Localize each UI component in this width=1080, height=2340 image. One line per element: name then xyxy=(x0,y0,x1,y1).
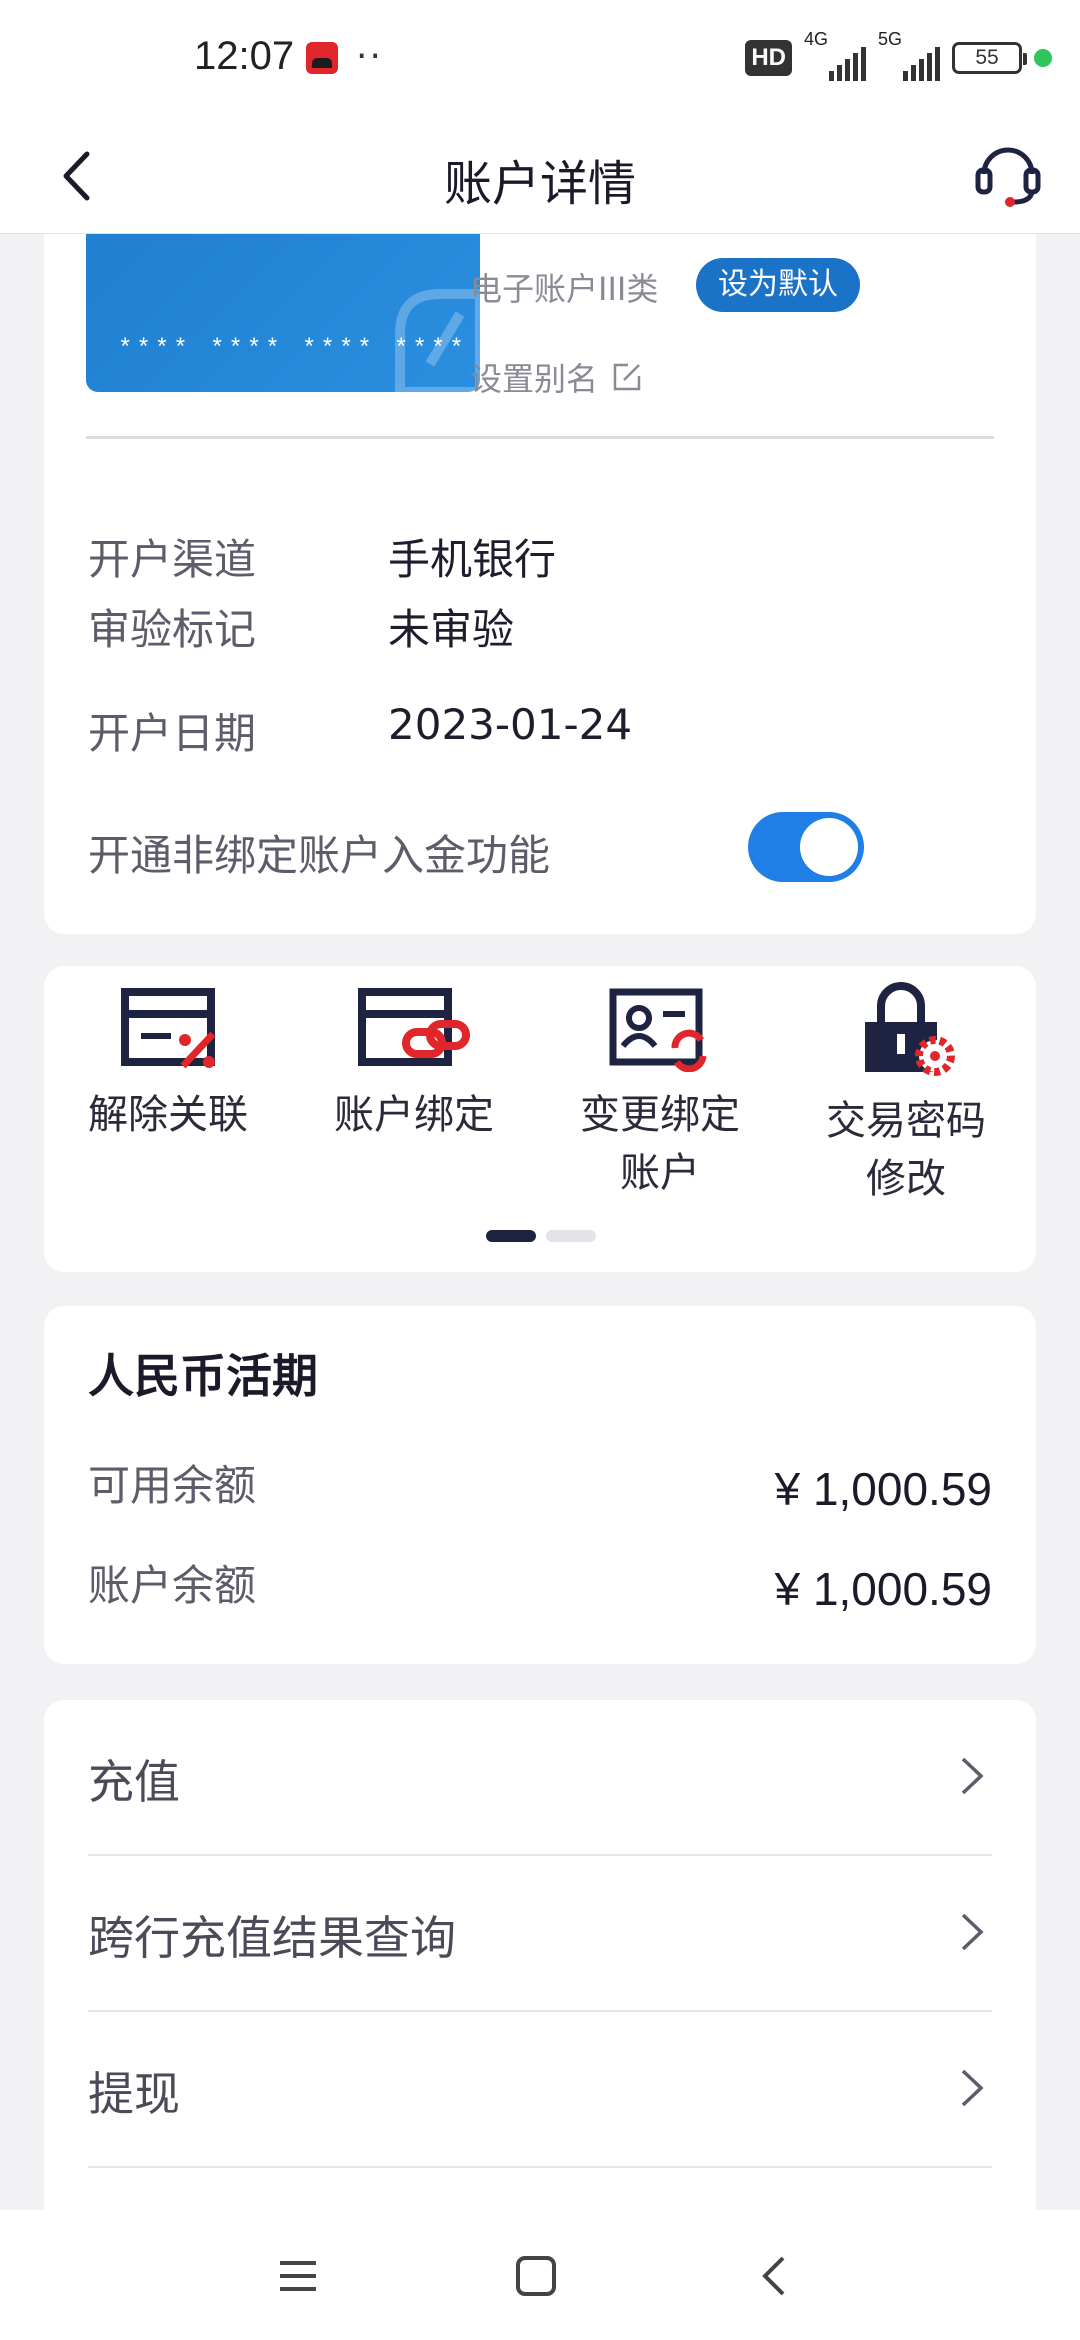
menu-lines-icon xyxy=(280,2261,316,2291)
bind-card-link-icon xyxy=(358,988,470,1066)
detail-row-open-date: 开户日期 2023-01-24 xyxy=(88,700,632,761)
bank-card-image: **** **** **** **** xyxy=(86,234,480,392)
chevron-right-icon xyxy=(961,1913,984,1951)
signal-4g-icon: 4G xyxy=(804,29,866,81)
bind-account-button[interactable]: 账户绑定 xyxy=(294,982,534,1144)
available-balance-label: 可用余额 xyxy=(88,1461,257,1510)
detail-label: 开户日期 xyxy=(88,709,257,758)
change-binding-label-line2: 账户 xyxy=(620,1150,700,1196)
menu-item-label: 跨行充值结果查询 xyxy=(88,1911,456,1965)
currency-account-title: 人民币活期 xyxy=(88,1349,318,1403)
change-binding-button[interactable]: 变更绑定 账户 xyxy=(540,982,780,1202)
action-menu-card: 充值 跨行充值结果查询 提现 xyxy=(44,1700,1036,2260)
status-bar: 12:07 ·· HD 4G 5G 55 xyxy=(0,0,1080,118)
header-bar: 账户详情 xyxy=(0,118,1080,234)
detail-label: 开户渠道 xyxy=(88,535,257,584)
back-triangle-icon xyxy=(762,2256,785,2296)
edit-icon xyxy=(613,363,641,391)
network-4g-label: 4G xyxy=(804,29,829,49)
account-balance-row: 账户余额 ¥ 1,000.59 xyxy=(88,1552,992,1622)
page-dot-active xyxy=(486,1230,536,1242)
tmall-app-icon xyxy=(306,42,338,74)
change-password-label-line1: 交易密码 xyxy=(826,1098,986,1144)
menu-item-label: 充值 xyxy=(88,1755,180,1809)
account-balance-label: 账户余额 xyxy=(88,1561,257,1610)
change-password-label-line2: 修改 xyxy=(866,1156,946,1202)
recent-apps-button[interactable] xyxy=(268,2246,328,2306)
bank-logo-watermark-icon xyxy=(395,289,480,392)
detail-value: 未审验 xyxy=(388,605,515,654)
set-default-button[interactable]: 设为默认 xyxy=(696,258,860,312)
menu-item-interbank-recharge-query[interactable]: 跨行充值结果查询 xyxy=(88,1856,992,2012)
divider xyxy=(86,436,994,439)
detail-row-channel: 开户渠道 手机银行 xyxy=(88,526,556,587)
detail-label: 审验标记 xyxy=(88,605,257,654)
set-alias-link[interactable]: 设置别名 xyxy=(470,354,642,400)
toggle-label: 开通非绑定账户入金功能 xyxy=(88,831,551,880)
account-type: 电子账户III类 xyxy=(470,270,659,308)
change-password-label: 交易密码 修改 xyxy=(786,1092,1026,1208)
available-balance-row: 可用余额 ¥ 1,000.59 xyxy=(88,1452,992,1522)
network-5g-label: 5G xyxy=(878,29,903,49)
signal-5g-icon: 5G xyxy=(878,29,940,81)
unlink-card-icon xyxy=(121,988,216,1069)
password-lock-gear-icon xyxy=(865,982,955,1076)
status-right-group: HD 4G 5G 55 xyxy=(745,29,1052,86)
home-button[interactable] xyxy=(506,2246,566,2306)
status-time: 12:07 xyxy=(194,34,295,78)
set-alias-label: 设置别名 xyxy=(470,360,599,398)
available-balance-value: ¥ 1,000.59 xyxy=(774,1463,992,1515)
unlink-label: 解除关联 xyxy=(88,1092,248,1138)
unbound-deposit-switch[interactable] xyxy=(748,812,864,882)
chevron-right-icon xyxy=(961,2069,984,2107)
detail-value: 2023-01-24 xyxy=(388,700,633,749)
detail-value: 手机银行 xyxy=(388,535,557,584)
change-binding-icon xyxy=(609,988,707,1072)
customer-service-button[interactable] xyxy=(968,134,1048,214)
page-title: 账户详情 xyxy=(443,156,636,212)
change-binding-label: 变更绑定 账户 xyxy=(540,1086,780,1202)
change-binding-label-line1: 变更绑定 xyxy=(580,1092,740,1138)
chevron-right-icon xyxy=(961,1757,984,1795)
privacy-indicator-dot xyxy=(1034,49,1052,67)
change-password-button[interactable]: 交易密码 修改 xyxy=(786,982,1026,1208)
system-navigation-bar xyxy=(0,2210,1080,2340)
balance-card: 人民币活期 可用余额 ¥ 1,000.59 账户余额 ¥ 1,000.59 xyxy=(44,1306,1036,1664)
detail-row-audit: 审验标记 未审验 xyxy=(88,596,514,657)
menu-item-label: 提现 xyxy=(88,2067,180,2121)
menu-item-recharge[interactable]: 充值 xyxy=(88,1700,992,1856)
page-indicator xyxy=(486,1230,596,1242)
more-notifications-dots: ·· xyxy=(356,36,383,77)
menu-item-withdraw[interactable]: 提现 xyxy=(88,2012,992,2168)
hd-voice-badge: HD xyxy=(745,40,792,76)
battery-icon: 55 xyxy=(952,42,1027,74)
home-square-icon xyxy=(516,2256,556,2296)
system-back-button[interactable] xyxy=(744,2246,804,2306)
function-grid-card: 解除关联 账户绑定 变更绑定 账户 交易密码 修改 xyxy=(44,966,1036,1272)
page-dot xyxy=(546,1230,596,1242)
bind-account-label: 账户绑定 xyxy=(334,1092,494,1138)
customer-service-headset-icon xyxy=(975,147,1041,207)
account-info-card: **** **** **** **** 电子账户III类 设为默认 设置别名 开… xyxy=(44,234,1036,934)
unlink-button[interactable]: 解除关联 xyxy=(48,982,288,1144)
account-balance-value: ¥ 1,000.59 xyxy=(774,1563,992,1615)
unbound-deposit-toggle-row: 开通非绑定账户入金功能 xyxy=(88,812,1008,892)
